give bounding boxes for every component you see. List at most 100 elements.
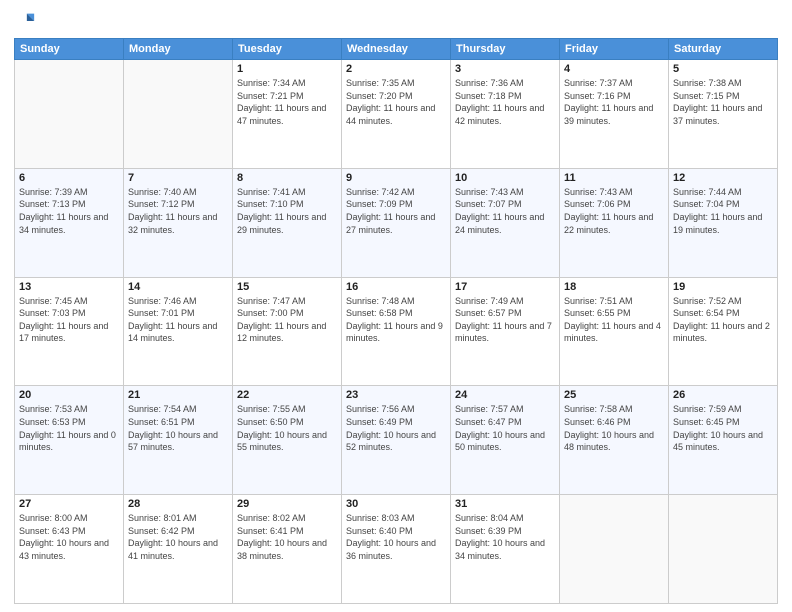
day-number: 29 <box>237 498 337 510</box>
day-info: Sunrise: 8:03 AMSunset: 6:40 PMDaylight:… <box>346 512 446 562</box>
day-number: 4 <box>564 63 664 75</box>
day-info: Sunrise: 7:58 AMSunset: 6:46 PMDaylight:… <box>564 403 664 453</box>
day-number: 20 <box>19 389 119 401</box>
day-info: Sunrise: 7:39 AMSunset: 7:13 PMDaylight:… <box>19 186 119 236</box>
day-header-sunday: Sunday <box>15 39 124 60</box>
calendar-cell: 13 Sunrise: 7:45 AMSunset: 7:03 PMDayligh… <box>15 277 124 386</box>
day-number: 27 <box>19 498 119 510</box>
day-info: Sunrise: 7:46 AMSunset: 7:01 PMDaylight:… <box>128 295 228 345</box>
calendar-cell: 6 Sunrise: 7:39 AMSunset: 7:13 PMDaylight… <box>15 168 124 277</box>
calendar-cell: 20 Sunrise: 7:53 AMSunset: 6:53 PMDayligh… <box>15 386 124 495</box>
page: SundayMondayTuesdayWednesdayThursdayFrid… <box>0 0 792 612</box>
day-info: Sunrise: 7:47 AMSunset: 7:00 PMDaylight:… <box>237 295 337 345</box>
day-header-monday: Monday <box>124 39 233 60</box>
day-number: 12 <box>673 172 773 184</box>
calendar-cell: 5 Sunrise: 7:38 AMSunset: 7:15 PMDaylight… <box>669 60 778 169</box>
logo-icon <box>14 10 36 32</box>
day-info: Sunrise: 7:53 AMSunset: 6:53 PMDaylight:… <box>19 403 119 453</box>
calendar-cell: 24 Sunrise: 7:57 AMSunset: 6:47 PMDayligh… <box>451 386 560 495</box>
calendar-cell: 15 Sunrise: 7:47 AMSunset: 7:00 PMDayligh… <box>233 277 342 386</box>
calendar-cell <box>560 495 669 604</box>
day-info: Sunrise: 7:35 AMSunset: 7:20 PMDaylight:… <box>346 77 446 127</box>
header <box>14 10 778 32</box>
day-info: Sunrise: 7:37 AMSunset: 7:16 PMDaylight:… <box>564 77 664 127</box>
day-number: 25 <box>564 389 664 401</box>
day-number: 6 <box>19 172 119 184</box>
day-number: 10 <box>455 172 555 184</box>
day-header-tuesday: Tuesday <box>233 39 342 60</box>
calendar-cell: 22 Sunrise: 7:55 AMSunset: 6:50 PMDayligh… <box>233 386 342 495</box>
day-number: 17 <box>455 281 555 293</box>
day-number: 11 <box>564 172 664 184</box>
day-info: Sunrise: 7:56 AMSunset: 6:49 PMDaylight:… <box>346 403 446 453</box>
day-number: 14 <box>128 281 228 293</box>
calendar-table: SundayMondayTuesdayWednesdayThursdayFrid… <box>14 38 778 604</box>
calendar-cell <box>124 60 233 169</box>
calendar-cell: 18 Sunrise: 7:51 AMSunset: 6:55 PMDayligh… <box>560 277 669 386</box>
day-number: 7 <box>128 172 228 184</box>
calendar-cell: 4 Sunrise: 7:37 AMSunset: 7:16 PMDaylight… <box>560 60 669 169</box>
day-info: Sunrise: 7:43 AMSunset: 7:06 PMDaylight:… <box>564 186 664 236</box>
day-info: Sunrise: 8:01 AMSunset: 6:42 PMDaylight:… <box>128 512 228 562</box>
calendar-cell: 19Sunrise: 7:52 AMSunset: 6:54 PMDayligh… <box>669 277 778 386</box>
day-info: Sunrise: 7:57 AMSunset: 6:47 PMDaylight:… <box>455 403 555 453</box>
day-info: Sunrise: 7:52 AMSunset: 6:54 PMDaylight:… <box>673 295 773 345</box>
calendar-cell: 7 Sunrise: 7:40 AMSunset: 7:12 PMDaylight… <box>124 168 233 277</box>
day-info: Sunrise: 7:54 AMSunset: 6:51 PMDaylight:… <box>128 403 228 453</box>
calendar-cell: 8 Sunrise: 7:41 AMSunset: 7:10 PMDaylight… <box>233 168 342 277</box>
calendar-cell <box>15 60 124 169</box>
calendar-cell: 12 Sunrise: 7:44 AMSunset: 7:04 PMDayligh… <box>669 168 778 277</box>
day-number: 1 <box>237 63 337 75</box>
calendar-cell: 14 Sunrise: 7:46 AMSunset: 7:01 PMDayligh… <box>124 277 233 386</box>
day-info: Sunrise: 7:51 AMSunset: 6:55 PMDaylight:… <box>564 295 664 345</box>
day-number: 2 <box>346 63 446 75</box>
day-info: Sunrise: 7:55 AMSunset: 6:50 PMDaylight:… <box>237 403 337 453</box>
calendar-cell: 16Sunrise: 7:48 AMSunset: 6:58 PMDayligh… <box>342 277 451 386</box>
calendar-cell: 9 Sunrise: 7:42 AMSunset: 7:09 PMDaylight… <box>342 168 451 277</box>
day-header-thursday: Thursday <box>451 39 560 60</box>
day-number: 21 <box>128 389 228 401</box>
day-info: Sunrise: 7:49 AMSunset: 6:57 PMDaylight:… <box>455 295 555 345</box>
day-info: Sunrise: 7:40 AMSunset: 7:12 PMDaylight:… <box>128 186 228 236</box>
day-info: Sunrise: 7:59 AMSunset: 6:45 PMDaylight:… <box>673 403 773 453</box>
day-number: 8 <box>237 172 337 184</box>
day-header-wednesday: Wednesday <box>342 39 451 60</box>
day-number: 18 <box>564 281 664 293</box>
day-info: Sunrise: 7:38 AMSunset: 7:15 PMDaylight:… <box>673 77 773 127</box>
calendar-cell: 26 Sunrise: 7:59 AMSunset: 6:45 PMDayligh… <box>669 386 778 495</box>
day-info: Sunrise: 7:44 AMSunset: 7:04 PMDaylight:… <box>673 186 773 236</box>
day-info: Sunrise: 7:34 AMSunset: 7:21 PMDaylight:… <box>237 77 337 127</box>
calendar-cell: 30 Sunrise: 8:03 AMSunset: 6:40 PMDayligh… <box>342 495 451 604</box>
day-number: 24 <box>455 389 555 401</box>
logo <box>14 10 38 32</box>
calendar-cell: 28 Sunrise: 8:01 AMSunset: 6:42 PMDayligh… <box>124 495 233 604</box>
day-info: Sunrise: 8:00 AMSunset: 6:43 PMDaylight:… <box>19 512 119 562</box>
day-info: Sunrise: 8:02 AMSunset: 6:41 PMDaylight:… <box>237 512 337 562</box>
day-number: 22 <box>237 389 337 401</box>
day-number: 30 <box>346 498 446 510</box>
day-number: 9 <box>346 172 446 184</box>
calendar-cell: 10 Sunrise: 7:43 AMSunset: 7:07 PMDayligh… <box>451 168 560 277</box>
day-number: 26 <box>673 389 773 401</box>
calendar-cell: 21 Sunrise: 7:54 AMSunset: 6:51 PMDayligh… <box>124 386 233 495</box>
day-info: Sunrise: 7:43 AMSunset: 7:07 PMDaylight:… <box>455 186 555 236</box>
calendar-cell: 11 Sunrise: 7:43 AMSunset: 7:06 PMDayligh… <box>560 168 669 277</box>
day-header-friday: Friday <box>560 39 669 60</box>
day-info: Sunrise: 7:45 AMSunset: 7:03 PMDaylight:… <box>19 295 119 345</box>
day-info: Sunrise: 7:42 AMSunset: 7:09 PMDaylight:… <box>346 186 446 236</box>
calendar-cell <box>669 495 778 604</box>
day-number: 13 <box>19 281 119 293</box>
day-info: Sunrise: 8:04 AMSunset: 6:39 PMDaylight:… <box>455 512 555 562</box>
day-number: 5 <box>673 63 773 75</box>
calendar-cell: 23Sunrise: 7:56 AMSunset: 6:49 PMDayligh… <box>342 386 451 495</box>
calendar-cell: 31 Sunrise: 8:04 AMSunset: 6:39 PMDayligh… <box>451 495 560 604</box>
day-number: 31 <box>455 498 555 510</box>
day-header-saturday: Saturday <box>669 39 778 60</box>
calendar-cell: 2 Sunrise: 7:35 AMSunset: 7:20 PMDaylight… <box>342 60 451 169</box>
day-number: 15 <box>237 281 337 293</box>
day-number: 3 <box>455 63 555 75</box>
day-number: 16 <box>346 281 446 293</box>
calendar-cell: 27 Sunrise: 8:00 AMSunset: 6:43 PMDayligh… <box>15 495 124 604</box>
day-info: Sunrise: 7:41 AMSunset: 7:10 PMDaylight:… <box>237 186 337 236</box>
day-number: 28 <box>128 498 228 510</box>
